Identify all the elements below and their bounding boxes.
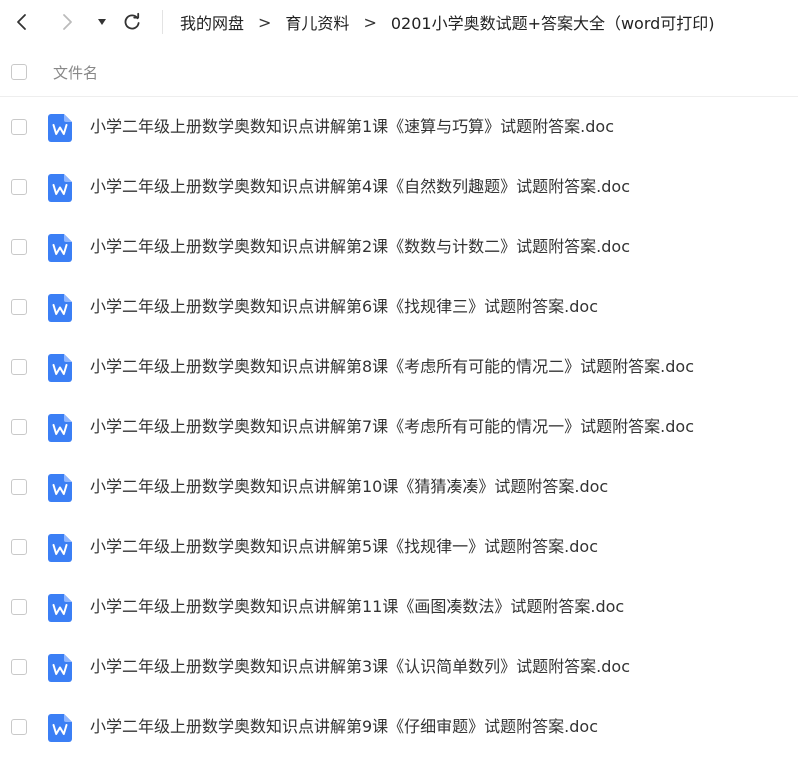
select-all-checkbox[interactable]	[11, 64, 27, 80]
file-list: 小学二年级上册数学奥数知识点讲解第1课《速算与巧算》试题附答案.doc 小学二年…	[0, 97, 798, 757]
chevron-right-icon	[63, 14, 72, 30]
nav-divider	[162, 10, 163, 34]
file-row[interactable]: 小学二年级上册数学奥数知识点讲解第9课《仔细审题》试题附答案.doc	[0, 697, 798, 757]
file-list-header: 文件名	[0, 48, 798, 97]
file-row[interactable]: 小学二年级上册数学奥数知识点讲解第3课《认识简单数列》试题附答案.doc	[0, 637, 798, 697]
file-row[interactable]: 小学二年级上册数学奥数知识点讲解第11课《画图凑数法》试题附答案.doc	[0, 577, 798, 637]
breadcrumb-separator: >	[258, 12, 272, 32]
word-doc-icon	[48, 474, 72, 502]
file-row[interactable]: 小学二年级上册数学奥数知识点讲解第2课《数数与计数二》试题附答案.doc	[0, 217, 798, 277]
navigation-bar: 我的网盘 > 育儿资料 > 0201小学奥数试题+答案大全（word可打印)	[0, 0, 798, 48]
back-button[interactable]	[8, 0, 34, 44]
file-name: 小学二年级上册数学奥数知识点讲解第3课《认识简单数列》试题附答案.doc	[90, 657, 631, 676]
file-name: 小学二年级上册数学奥数知识点讲解第6课《找规律三》试题附答案.doc	[90, 297, 599, 316]
word-doc-icon	[48, 714, 72, 742]
file-checkbox[interactable]	[11, 719, 27, 735]
file-checkbox[interactable]	[11, 659, 27, 675]
word-doc-icon	[48, 114, 72, 142]
breadcrumb-item-parenting[interactable]: 育儿资料	[285, 10, 349, 34]
word-doc-icon	[48, 354, 72, 382]
file-name: 小学二年级上册数学奥数知识点讲解第10课《猜猜凑凑》试题附答案.doc	[90, 477, 609, 496]
breadcrumb: 我的网盘 > 育儿资料 > 0201小学奥数试题+答案大全（word可打印)	[180, 0, 715, 44]
word-doc-icon	[48, 234, 72, 262]
file-row[interactable]: 小学二年级上册数学奥数知识点讲解第10课《猜猜凑凑》试题附答案.doc	[0, 457, 798, 517]
file-name: 小学二年级上册数学奥数知识点讲解第11课《画图凑数法》试题附答案.doc	[90, 597, 625, 616]
file-checkbox[interactable]	[11, 419, 27, 435]
file-checkbox[interactable]	[11, 599, 27, 615]
file-row[interactable]: 小学二年级上册数学奥数知识点讲解第5课《找规律一》试题附答案.doc	[0, 517, 798, 577]
file-checkbox[interactable]	[11, 239, 27, 255]
caret-down-icon	[98, 19, 106, 25]
file-name: 小学二年级上册数学奥数知识点讲解第2课《数数与计数二》试题附答案.doc	[90, 237, 631, 256]
refresh-button[interactable]	[119, 0, 145, 44]
word-doc-icon	[48, 594, 72, 622]
chevron-left-icon	[17, 14, 26, 30]
file-checkbox[interactable]	[11, 539, 27, 555]
file-row[interactable]: 小学二年级上册数学奥数知识点讲解第4课《自然数列趣题》试题附答案.doc	[0, 157, 798, 217]
word-doc-icon	[48, 294, 72, 322]
file-checkbox[interactable]	[11, 359, 27, 375]
file-checkbox[interactable]	[11, 479, 27, 495]
file-row[interactable]: 小学二年级上册数学奥数知识点讲解第6课《找规律三》试题附答案.doc	[0, 277, 798, 337]
word-doc-icon	[48, 534, 72, 562]
file-name: 小学二年级上册数学奥数知识点讲解第4课《自然数列趣题》试题附答案.doc	[90, 177, 631, 196]
breadcrumb-current-folder: 0201小学奥数试题+答案大全（word可打印)	[390, 14, 715, 33]
column-header-filename[interactable]: 文件名	[53, 62, 98, 83]
history-dropdown-button[interactable]	[92, 0, 112, 44]
breadcrumb-separator: >	[363, 12, 377, 32]
file-name: 小学二年级上册数学奥数知识点讲解第9课《仔细审题》试题附答案.doc	[90, 717, 599, 736]
file-row[interactable]: 小学二年级上册数学奥数知识点讲解第8课《考虑所有可能的情况二》试题附答案.doc	[0, 337, 798, 397]
word-doc-icon	[48, 654, 72, 682]
word-doc-icon	[48, 174, 72, 202]
word-doc-icon	[48, 414, 72, 442]
file-name: 小学二年级上册数学奥数知识点讲解第1课《速算与巧算》试题附答案.doc	[90, 117, 615, 136]
file-checkbox[interactable]	[11, 299, 27, 315]
file-name: 小学二年级上册数学奥数知识点讲解第7课《考虑所有可能的情况一》试题附答案.doc	[90, 417, 695, 436]
breadcrumb-item-my-drive[interactable]: 我的网盘	[180, 10, 244, 34]
file-checkbox[interactable]	[11, 119, 27, 135]
file-checkbox[interactable]	[11, 179, 27, 195]
file-name: 小学二年级上册数学奥数知识点讲解第8课《考虑所有可能的情况二》试题附答案.doc	[90, 357, 695, 376]
file-name: 小学二年级上册数学奥数知识点讲解第5课《找规律一》试题附答案.doc	[90, 537, 599, 556]
file-row[interactable]: 小学二年级上册数学奥数知识点讲解第7课《考虑所有可能的情况一》试题附答案.doc	[0, 397, 798, 457]
file-row[interactable]: 小学二年级上册数学奥数知识点讲解第1课《速算与巧算》试题附答案.doc	[0, 97, 798, 157]
forward-button[interactable]	[55, 0, 81, 44]
refresh-icon	[124, 12, 140, 30]
